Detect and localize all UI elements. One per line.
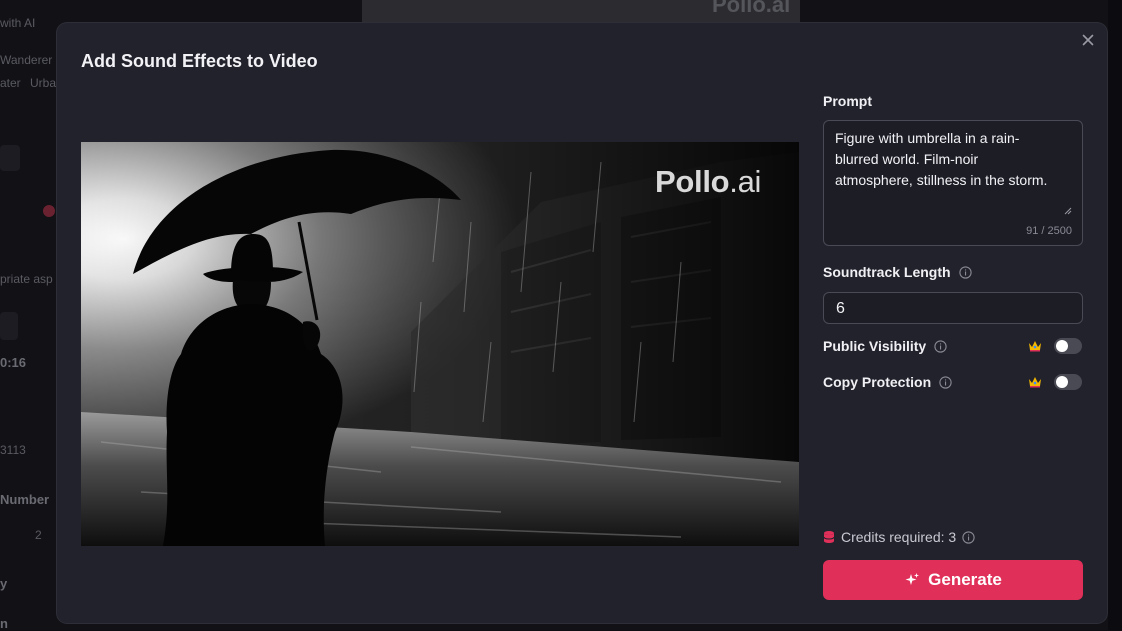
close-icon bbox=[1082, 34, 1094, 46]
generate-label: Generate bbox=[928, 570, 1002, 589]
generate-button[interactable]: Generate bbox=[823, 560, 1083, 600]
info-icon[interactable] bbox=[939, 376, 952, 389]
credits-text: Credits required: 3 bbox=[841, 529, 957, 545]
pollo-watermark: Pollo.ai bbox=[655, 164, 762, 199]
bg-watermark: Pollo.ai bbox=[712, 0, 791, 17]
prompt-label: Prompt bbox=[823, 93, 872, 109]
coins-icon bbox=[823, 531, 835, 543]
resize-grip-icon[interactable] bbox=[1064, 207, 1072, 215]
soundtrack-length-label: Soundtrack Length bbox=[823, 264, 951, 280]
video-preview[interactable]: Pollo.ai bbox=[81, 142, 799, 546]
bg-text: Number bbox=[0, 492, 50, 507]
prompt-char-count: 91 / 2500 bbox=[1026, 225, 1072, 237]
bg-text: ater bbox=[0, 76, 21, 90]
soundtrack-length-value[interactable]: 6 bbox=[836, 300, 845, 318]
public-visibility-label: Public Visibility bbox=[823, 338, 927, 354]
public-visibility-toggle[interactable] bbox=[1054, 338, 1082, 354]
sound-effects-modal: Add Sound Effects to Video Pollo.ai Prom… bbox=[57, 23, 1107, 623]
info-icon[interactable] bbox=[958, 266, 972, 279]
copy-protection-label-row: Copy Protection bbox=[823, 374, 952, 390]
modal-title: Add Sound Effects to Video bbox=[81, 51, 318, 71]
bg-text: y bbox=[0, 576, 8, 591]
bg-edge bbox=[1108, 0, 1122, 630]
bg-text: n bbox=[0, 616, 8, 631]
bg-text: Wanderer bbox=[0, 53, 53, 67]
info-icon[interactable] bbox=[962, 530, 975, 544]
soundtrack-length-input[interactable]: 6 bbox=[823, 292, 1083, 324]
crown-icon bbox=[1029, 341, 1041, 352]
bg-record-dot bbox=[43, 205, 55, 217]
credits-required: Credits required: 3 bbox=[823, 529, 975, 545]
prompt-textarea[interactable]: Figure with umbrella in a rain-blurred w… bbox=[823, 120, 1083, 246]
soundtrack-length-label-row: Soundtrack Length bbox=[823, 264, 972, 280]
prompt-text[interactable]: Figure with umbrella in a rain-blurred w… bbox=[835, 128, 1057, 191]
bg-text: 2 bbox=[35, 528, 42, 542]
bg-block bbox=[0, 145, 20, 171]
info-icon[interactable] bbox=[934, 340, 947, 353]
copy-protection-toggle[interactable] bbox=[1054, 374, 1082, 390]
crown-icon bbox=[1029, 377, 1041, 388]
public-visibility-label-row: Public Visibility bbox=[823, 338, 947, 354]
video-frame-image bbox=[81, 142, 799, 546]
bg-text: Urba bbox=[30, 76, 57, 90]
bg-text: priate asp bbox=[0, 272, 53, 286]
close-button[interactable] bbox=[1079, 31, 1097, 49]
toggle-knob bbox=[1056, 340, 1068, 352]
toggle-knob bbox=[1056, 376, 1068, 388]
copy-protection-label: Copy Protection bbox=[823, 374, 932, 390]
bg-text: with AI bbox=[0, 16, 36, 30]
bg-text: 3113 bbox=[0, 443, 26, 457]
sparkle-icon bbox=[905, 573, 920, 585]
bg-text: 0:16 bbox=[0, 355, 27, 370]
bg-block bbox=[0, 312, 18, 340]
